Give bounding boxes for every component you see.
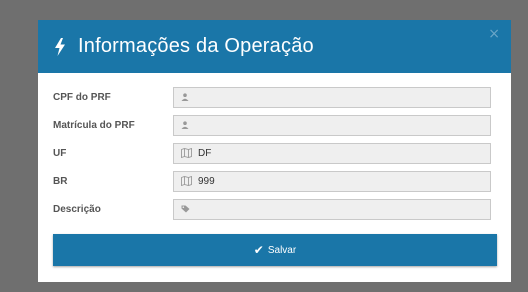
map-icon — [181, 148, 192, 158]
field-label-matricula: Matrícula do PRF — [53, 119, 135, 131]
field-label-br: BR — [53, 175, 68, 187]
save-button[interactable]: ✔ Salvar — [53, 234, 497, 266]
field-row-uf: UF DF — [38, 139, 511, 167]
field-row-matricula: Matrícula do PRF — [38, 111, 511, 139]
br-field[interactable]: 999 — [173, 170, 491, 192]
field-row-cpf: CPF do PRF — [38, 83, 511, 111]
field-row-br: BR 999 — [38, 167, 511, 195]
operation-info-modal: Informações da Operação × CPF do PRF Mat… — [38, 20, 511, 282]
modal-header: Informações da Operação × — [38, 20, 511, 73]
close-icon[interactable]: × — [488, 26, 500, 42]
uf-value: DF — [198, 147, 212, 159]
map-icon — [181, 176, 192, 186]
check-icon: ✔ — [253, 243, 264, 257]
uf-field[interactable]: DF — [173, 142, 491, 164]
field-label-descricao: Descrição — [53, 203, 101, 215]
user-icon — [181, 93, 189, 101]
modal-title: Informações da Operação — [78, 35, 314, 57]
matricula-field[interactable] — [173, 114, 491, 136]
field-label-uf: UF — [53, 147, 67, 159]
field-row-descricao: Descrição — [38, 195, 511, 223]
user-icon — [181, 121, 189, 129]
save-button-label: Salvar — [267, 244, 297, 256]
field-label-cpf: CPF do PRF — [53, 91, 111, 103]
operation-form: CPF do PRF Matrícula do PRF UF DF BR 999… — [38, 73, 511, 223]
br-value: 999 — [198, 175, 215, 187]
bolt-icon — [54, 37, 66, 56]
tag-icon — [181, 205, 190, 213]
cpf-field[interactable] — [173, 86, 491, 108]
descricao-field[interactable] — [173, 198, 491, 220]
